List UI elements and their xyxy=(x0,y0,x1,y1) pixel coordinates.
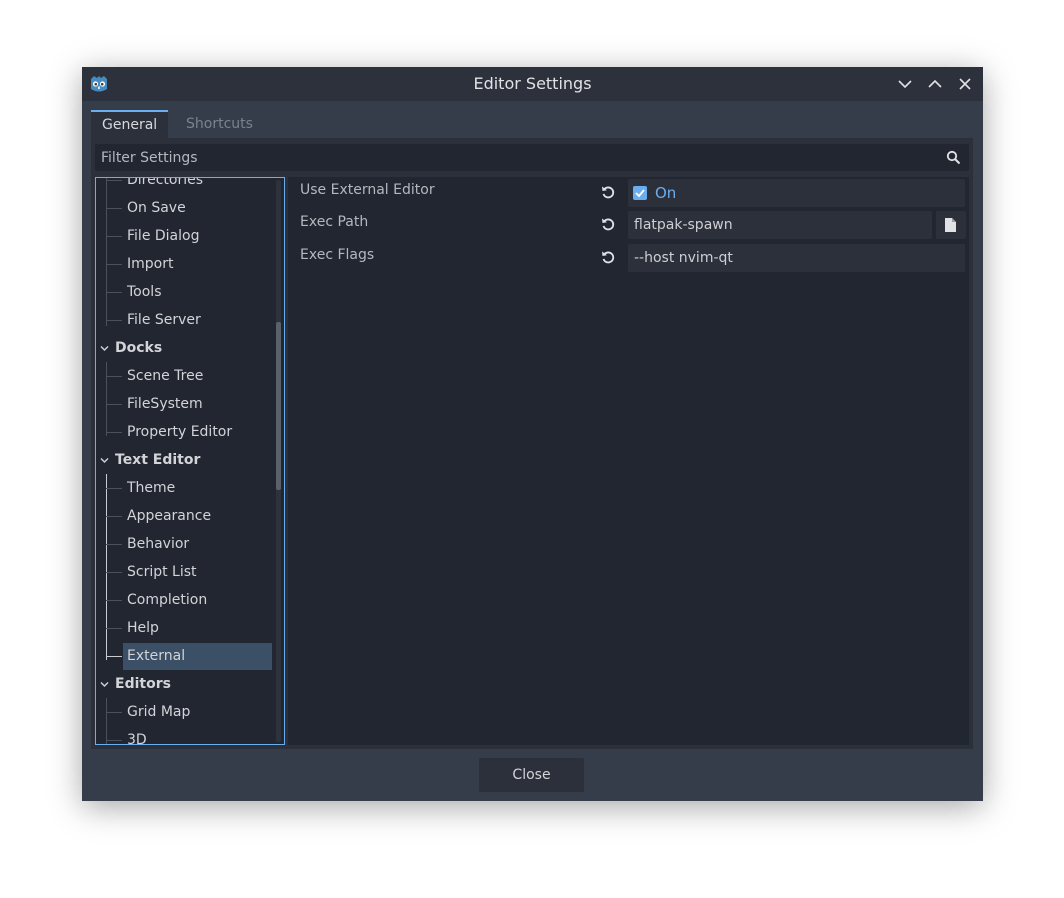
tree-item-scene-tree[interactable]: Scene Tree xyxy=(96,362,284,390)
property-label: Exec Path xyxy=(300,214,369,230)
tree-item-theme[interactable]: Theme xyxy=(96,474,284,502)
chevron-down-icon[interactable] xyxy=(100,456,109,465)
checkbox-checked-icon[interactable] xyxy=(633,186,647,200)
tree-item-completion[interactable]: Completion xyxy=(96,586,284,614)
tree-section-docks[interactable]: Docks xyxy=(96,334,284,362)
maximize-button[interactable] xyxy=(926,75,944,93)
window-title: Editor Settings xyxy=(473,74,592,93)
tree-item-appearance[interactable]: Appearance xyxy=(96,502,284,530)
chevron-down-icon[interactable] xyxy=(100,680,109,689)
chevron-down-icon[interactable] xyxy=(100,344,109,353)
revert-icon[interactable] xyxy=(600,184,616,200)
tree-scrollbar-thumb[interactable] xyxy=(276,322,281,490)
tree-item-tools[interactable]: Tools xyxy=(96,278,284,306)
tree-item-behavior[interactable]: Behavior xyxy=(96,530,284,558)
tree-item-grid-map[interactable]: Grid Map xyxy=(96,698,284,726)
close-window-button[interactable] xyxy=(956,75,974,93)
settings-category-tree[interactable]: Directories On Save File Dialog Import T… xyxy=(95,177,285,745)
property-exec-path: Exec Path flatpak-spawn xyxy=(288,209,969,239)
tree-item-directories[interactable]: Directories xyxy=(96,178,284,194)
tree-item-script-list[interactable]: Script List xyxy=(96,558,284,586)
exec-path-field[interactable]: flatpak-spawn xyxy=(628,211,932,239)
file-icon xyxy=(945,218,956,232)
exec-flags-field[interactable]: --host nvim-qt xyxy=(628,244,965,272)
close-icon xyxy=(959,78,971,90)
revert-icon[interactable] xyxy=(600,249,616,265)
tree-item-file-server[interactable]: File Server xyxy=(96,306,284,334)
tree-item-3d[interactable]: 3D xyxy=(96,726,284,744)
property-use-external-editor: Use External Editor On xyxy=(288,177,969,207)
tree-item-property-editor[interactable]: Property Editor xyxy=(96,418,284,446)
tab-general[interactable]: General xyxy=(91,110,169,138)
editor-settings-window: Editor Settings General Shortcuts Filter… xyxy=(82,67,983,801)
filter-settings-input[interactable] xyxy=(95,144,947,171)
tree-section-editors[interactable]: Editors xyxy=(96,670,284,698)
filter-bar xyxy=(95,144,969,171)
property-inspector: Use External Editor On Exec Path flatpak… xyxy=(288,177,969,745)
search-icon[interactable] xyxy=(946,150,961,165)
settings-panel: Directories On Save File Dialog Import T… xyxy=(91,138,973,749)
tree-item-on-save[interactable]: On Save xyxy=(96,194,284,222)
revert-icon[interactable] xyxy=(600,216,616,232)
tree-item-import[interactable]: Import xyxy=(96,250,284,278)
tree-section-text-editor[interactable]: Text Editor xyxy=(96,446,284,474)
tree-scrollbar[interactable] xyxy=(276,180,281,742)
use-external-editor-checkbox[interactable]: On xyxy=(628,179,965,207)
tree-item-external[interactable]: External xyxy=(96,642,284,670)
tree-item-filesystem[interactable]: FileSystem xyxy=(96,390,284,418)
close-button[interactable]: Close xyxy=(479,758,584,792)
checkbox-value: On xyxy=(655,184,677,202)
tree-item-help[interactable]: Help xyxy=(96,614,284,642)
property-exec-flags: Exec Flags --host nvim-qt xyxy=(288,242,969,272)
chevron-up-icon xyxy=(928,79,942,88)
browse-file-button[interactable] xyxy=(936,211,966,239)
minimize-button[interactable] xyxy=(896,75,914,93)
property-label: Exec Flags xyxy=(300,247,375,263)
chevron-down-icon xyxy=(898,80,912,89)
tab-shortcuts[interactable]: Shortcuts xyxy=(175,110,264,138)
title-bar[interactable]: Editor Settings xyxy=(82,67,983,101)
tree-item-file-dialog[interactable]: File Dialog xyxy=(96,222,284,250)
property-label: Use External Editor xyxy=(300,182,435,198)
